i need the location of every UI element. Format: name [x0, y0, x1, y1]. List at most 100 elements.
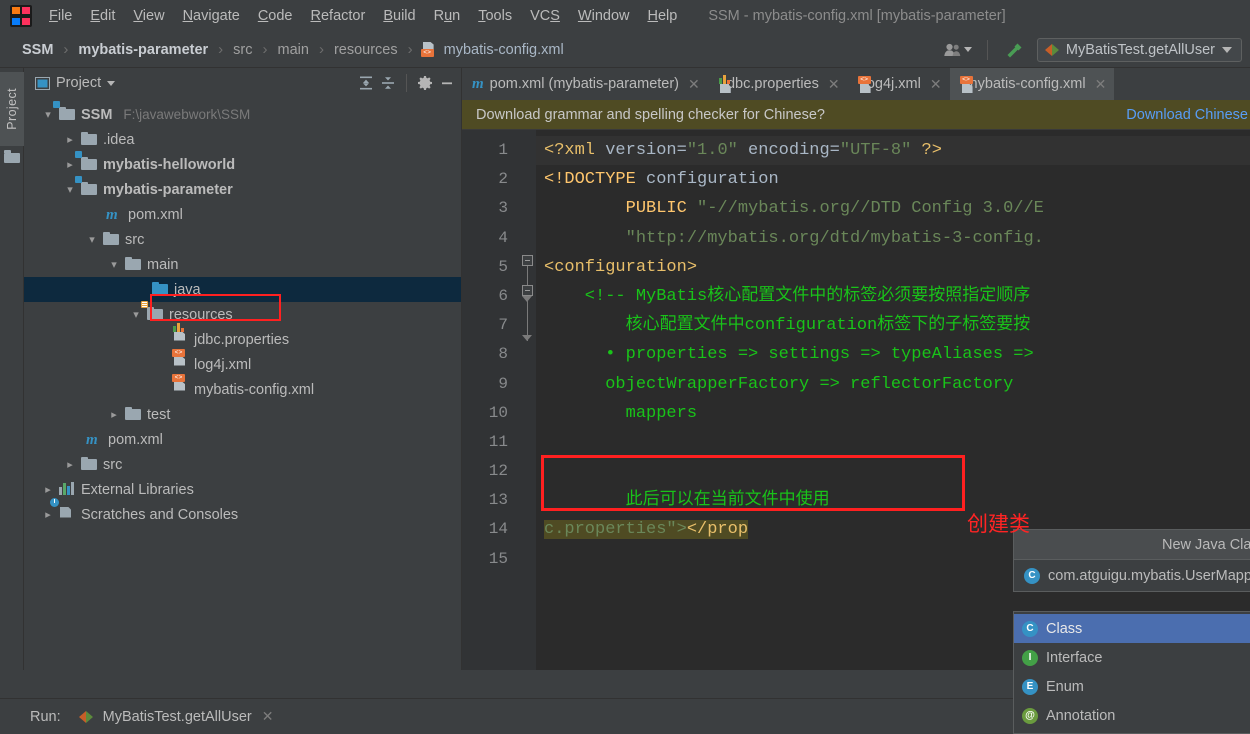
tree-item-log4j-xml[interactable]: <> log4j.xml [24, 348, 461, 377]
menu-file[interactable]: File [40, 4, 81, 28]
xml-file-icon: <> [420, 42, 436, 57]
menu-view[interactable]: View [124, 4, 173, 28]
kind-option-class[interactable]: C Class [1014, 614, 1250, 643]
menu-edit[interactable]: Edit [81, 4, 124, 28]
editor-tab-pom-xml[interactable]: m pom.xml (mybatis-parameter) ✕ [462, 68, 708, 100]
breadcrumb-resources[interactable]: resources [330, 40, 402, 60]
divider [986, 39, 988, 60]
line-number: 3 [498, 199, 508, 218]
code-folding-column[interactable] [520, 130, 536, 670]
chevron-down-icon[interactable]: ▾ [64, 184, 76, 196]
kind-option-label: Enum [1046, 678, 1084, 695]
menu-refactor[interactable]: Refactor [302, 4, 375, 28]
tree-item-idea[interactable]: ▸ .idea [24, 127, 461, 152]
module-folder-icon [75, 175, 98, 198]
tree-item-jdbc-properties[interactable]: jdbc.properties [24, 322, 461, 352]
divider [406, 74, 407, 92]
download-chinese-link[interactable]: Download Chinese [1126, 107, 1250, 123]
fold-marker-comment[interactable] [522, 285, 533, 296]
run-bar-label: Run: [30, 708, 61, 725]
breadcrumb-main[interactable]: main [274, 40, 313, 60]
menu-run[interactable]: Run [425, 4, 470, 28]
line-number: 7 [498, 316, 508, 335]
minimize-icon[interactable] [439, 75, 455, 91]
line-number: 12 [488, 462, 508, 481]
tree-item-java[interactable]: java [24, 277, 461, 302]
chevron-right-icon[interactable]: ▸ [64, 459, 76, 471]
tree-item-mybatis-config-xml[interactable]: <> mybatis-config.xml [24, 373, 461, 402]
new-java-class-value-row[interactable]: C com.atguigu.mybatis.UserMapper [1014, 560, 1250, 591]
chevron-right-icon[interactable]: ▸ [42, 484, 54, 496]
breadcrumb-src[interactable]: src [229, 40, 256, 60]
fold-marker-configuration[interactable] [522, 255, 533, 266]
chevron-down-icon[interactable]: ▾ [42, 109, 54, 121]
chevron-right-icon[interactable]: ▸ [42, 509, 54, 521]
editor-tab-log4j-xml[interactable]: <> log4j.xml ✕ [848, 68, 950, 100]
project-tree[interactable]: ▾ SSM F:\javawebwork\SSM ▸ .idea ▸ mybat… [24, 98, 461, 670]
tree-item-mybatis-parameter[interactable]: ▾ mybatis-parameter [24, 175, 461, 202]
chevron-right-icon[interactable]: ▸ [64, 134, 76, 146]
close-icon[interactable]: ✕ [1095, 76, 1107, 93]
breadcrumb-mybatis-config-xml[interactable]: mybatis-config.xml [440, 40, 568, 60]
close-icon[interactable]: ✕ [688, 76, 700, 93]
code-line-13: 此后可以在当前文件中使用 [544, 491, 830, 511]
tree-item-test[interactable]: ▸ test [24, 402, 461, 427]
breadcrumb-separator: › [407, 41, 413, 58]
kind-option-interface[interactable]: I Interface [1014, 643, 1250, 672]
chevron-down-icon[interactable]: ▾ [108, 259, 120, 271]
line-number: 5 [498, 257, 508, 276]
sidebar-tab-project[interactable]: Project [0, 72, 24, 146]
close-icon[interactable]: ✕ [930, 76, 942, 93]
annotation-icon: @ [1022, 707, 1038, 724]
chevron-right-icon[interactable]: ▸ [108, 409, 120, 421]
tree-item-src-inner[interactable]: ▾ src [24, 227, 461, 252]
fold-stem [527, 266, 528, 341]
editor-tab-label: log4j.xml [863, 76, 921, 92]
tree-item-src-outer[interactable]: ▸ src [24, 452, 461, 477]
expand-all-icon[interactable] [358, 75, 374, 91]
chevron-down-icon[interactable]: ▾ [86, 234, 98, 246]
menu-tools[interactable]: Tools [469, 4, 521, 28]
tree-item-mybatis-helloworld[interactable]: ▸ mybatis-helloworld [24, 150, 461, 177]
menu-navigate[interactable]: Navigate [174, 4, 249, 28]
chevron-down-icon[interactable] [107, 80, 116, 86]
kind-option-annotation[interactable]: @ Annotation [1014, 701, 1250, 730]
editor-tab-mybatis-config-xml[interactable]: <> mybatis-config.xml ✕ [949, 68, 1115, 100]
tree-item-main[interactable]: ▾ main [24, 252, 461, 277]
line-number: 9 [498, 374, 508, 393]
tree-item-pom-xml-inner[interactable]: m pom.xml [24, 202, 461, 227]
tree-item-scratches-and-consoles[interactable]: ▸ Scratches and Consoles [24, 497, 461, 527]
menu-window[interactable]: Window [569, 4, 639, 28]
kind-option-enum[interactable]: E Enum [1014, 672, 1250, 701]
tree-item-resources[interactable]: ▾ resources [24, 300, 461, 327]
close-icon[interactable]: ✕ [828, 76, 840, 93]
hammer-icon[interactable] [997, 37, 1031, 63]
run-bar-config-name[interactable]: MyBatisTest.getAllUser [103, 709, 252, 725]
line-number: 4 [498, 228, 508, 247]
menu-vcs[interactable]: VCS [521, 4, 569, 28]
tree-item-external-libraries[interactable]: ▸ External Libraries [24, 477, 461, 502]
chevron-down-icon[interactable]: ▾ [130, 309, 142, 321]
code-line-6: <!-- MyBatis核心配置文件中的标签必须要按照指定顺序 [544, 286, 1031, 306]
tree-item-pom-xml-outer[interactable]: m pom.xml [24, 427, 461, 452]
editor-tab-jdbc-properties[interactable]: jdbc.properties ✕ [708, 68, 848, 100]
menu-code[interactable]: Code [249, 4, 302, 28]
breadcrumb-ssm[interactable]: SSM [18, 40, 57, 60]
new-class-kind-list[interactable]: C Class I Interface E Enum @ Annotation [1013, 611, 1250, 734]
breadcrumb-mybatis-parameter[interactable]: mybatis-parameter [74, 40, 212, 60]
menu-build[interactable]: Build [374, 4, 424, 28]
folder-icon [125, 256, 142, 273]
menu-help[interactable]: Help [638, 4, 686, 28]
new-java-class-popup[interactable]: New Java Class C com.atguigu.mybatis.Use… [1013, 529, 1250, 592]
tree-item-ssm[interactable]: ▾ SSM F:\javawebwork\SSM [24, 100, 461, 127]
xml-file-icon: <> [172, 348, 189, 373]
collapse-all-icon[interactable] [380, 75, 396, 91]
interface-icon: I [1022, 649, 1038, 666]
chevron-right-icon[interactable]: ▸ [64, 159, 76, 171]
run-configuration-selector[interactable]: MyBatisTest.getAllUser [1036, 37, 1242, 62]
folder-icon [81, 456, 98, 473]
people-icon[interactable] [938, 41, 978, 59]
close-icon[interactable]: ✕ [262, 708, 274, 725]
class-icon: C [1024, 567, 1040, 584]
gear-icon[interactable] [417, 75, 433, 91]
